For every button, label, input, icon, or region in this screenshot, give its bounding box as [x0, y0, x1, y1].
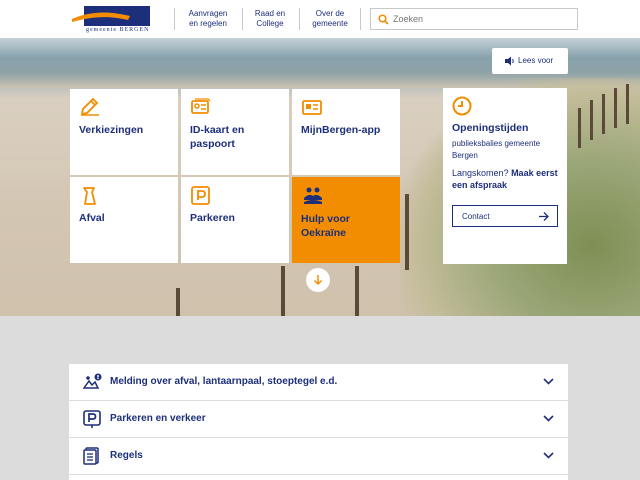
- chevron-down-icon: [543, 415, 554, 422]
- clock-icon: [452, 96, 472, 116]
- accordion-label: Regels: [110, 450, 143, 461]
- hero-post: [602, 94, 605, 134]
- tile-parkeren[interactable]: Parkeren: [181, 177, 289, 263]
- nav-label-line2: College: [256, 19, 284, 28]
- nav-label-line1: Aanvragen: [188, 9, 228, 18]
- hero-post: [626, 84, 629, 124]
- hero-post: [578, 108, 581, 148]
- accordion-parkeren-en-verkeer[interactable]: Parkeren en verkeer: [69, 401, 568, 437]
- accordion-label: Melding over afval, lantaarnpaal, stoept…: [110, 376, 338, 387]
- tile-afval[interactable]: Afval: [70, 177, 178, 263]
- hero-post: [176, 288, 180, 316]
- opening-hours-title: Openingstijden: [452, 122, 529, 134]
- search-box[interactable]: [370, 8, 578, 30]
- nav-label-line2: en regelen: [189, 19, 227, 28]
- lees-voor-button[interactable]: Lees voor: [492, 48, 568, 74]
- chevron-down-icon: [543, 378, 554, 385]
- parking-icon: [191, 186, 210, 205]
- search-icon: [378, 14, 389, 25]
- visit-prefix: Langskomen?: [452, 168, 509, 178]
- document-icon: [83, 447, 99, 465]
- hero-post: [281, 266, 285, 316]
- logo-text: gemeente BERGEN: [86, 27, 150, 33]
- contact-label: Contact: [462, 212, 490, 221]
- speaker-icon: [505, 56, 514, 66]
- nav-divider: [174, 8, 175, 30]
- tile-label: ID-kaart en paspoort: [190, 124, 245, 150]
- hero-post: [355, 266, 359, 316]
- tile-label: MijnBergen-app: [301, 124, 381, 136]
- opening-hours-visit: Langskomen? Maak eerst een afspraak: [452, 167, 564, 191]
- lees-voor-label: Lees voor: [518, 56, 554, 65]
- tile-id-kaart-en-paspoort[interactable]: ID-kaart en paspoort: [181, 89, 289, 175]
- tile-verkiezingen[interactable]: Verkiezingen: [70, 89, 178, 175]
- tile-mijnbergen-app[interactable]: MijnBergen-app: [292, 89, 400, 175]
- contact-button[interactable]: Contact: [452, 205, 558, 227]
- id-card-icon: [191, 98, 211, 114]
- tile-label: Hulp voor Oekraïne: [301, 213, 350, 239]
- nav-divider: [360, 8, 361, 30]
- parking-icon: [83, 410, 101, 428]
- site-header: gemeente BERGEN Aanvragen en regelen Raa…: [0, 0, 640, 38]
- opening-hours-description: publieksbalies gemeente Bergen: [452, 139, 541, 160]
- nav-aanvragen-en-regelen[interactable]: Aanvragen en regelen: [178, 9, 238, 29]
- logo-swoosh-icon: [72, 12, 130, 22]
- nav-label-line1: Raad en: [254, 9, 286, 18]
- report-icon: [83, 373, 102, 389]
- accordion-melding[interactable]: Melding over afval, lantaarnpaal, stoept…: [69, 364, 568, 400]
- accordion-next-item[interactable]: [69, 475, 568, 480]
- opening-hours-card: Openingstijden publieksbalies gemeente B…: [443, 88, 567, 264]
- arrow-down-icon: [313, 275, 323, 286]
- help-people-icon: [304, 187, 322, 204]
- tile-label: Parkeren: [190, 212, 235, 224]
- nav-raad-en-college[interactable]: Raad en College: [240, 9, 300, 29]
- search-input[interactable]: [393, 12, 573, 26]
- hero-post: [614, 88, 617, 128]
- hero-post: [590, 100, 593, 140]
- bin-icon: [83, 187, 96, 205]
- tile-label: Verkiezingen: [79, 124, 144, 136]
- app-icon: [302, 100, 322, 115]
- accordion-regels[interactable]: Regels: [69, 438, 568, 474]
- nav-label-line2: gemeente: [312, 19, 348, 28]
- gemeente-bergen-logo[interactable]: gemeente BERGEN: [72, 4, 152, 34]
- chevron-down-icon: [543, 452, 554, 459]
- nav-label-line1: Over de: [315, 9, 345, 18]
- accordion-label: Parkeren en verkeer: [110, 413, 206, 424]
- arrow-right-icon: [539, 212, 549, 221]
- scroll-down-button[interactable]: [306, 268, 330, 292]
- hero-post: [405, 194, 409, 270]
- tile-hulp-voor-oekraine[interactable]: Hulp voor Oekraïne: [292, 177, 400, 263]
- pencil-icon: [80, 98, 99, 116]
- nav-over-de-gemeente[interactable]: Over de gemeente: [300, 9, 360, 29]
- tile-label: Afval: [79, 212, 105, 224]
